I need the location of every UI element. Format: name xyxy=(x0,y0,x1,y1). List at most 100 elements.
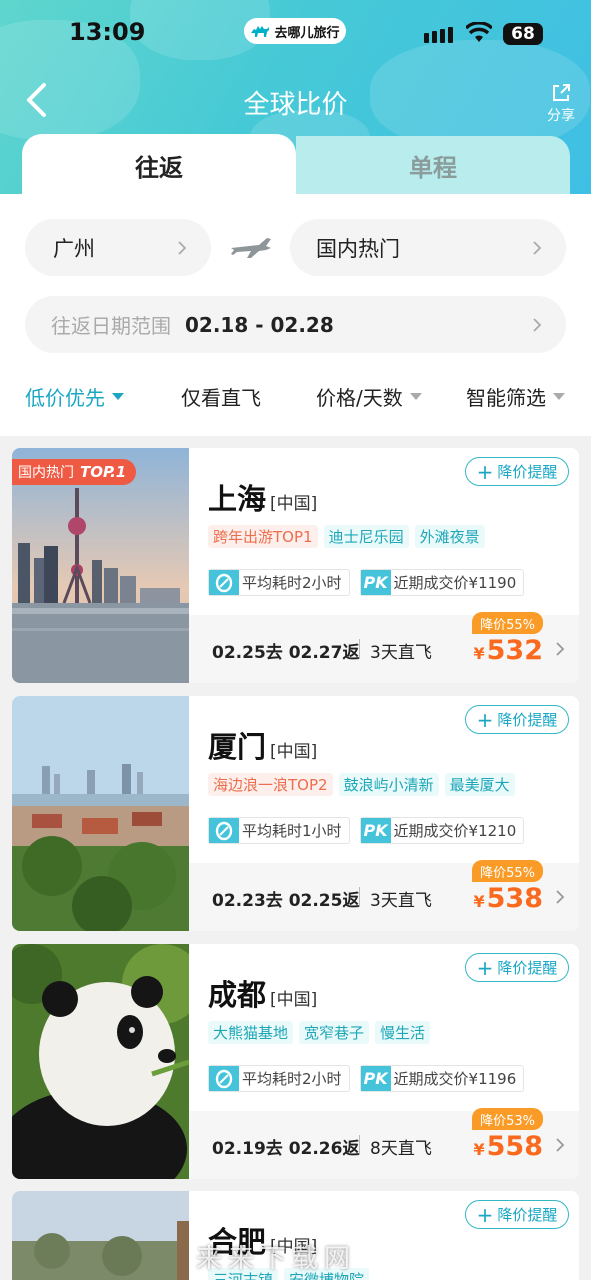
divider xyxy=(359,887,360,907)
price-value: 538 xyxy=(486,883,543,914)
travel-dates: 02.23去 02.25返 xyxy=(212,891,360,911)
chevron-right-icon xyxy=(556,1138,565,1152)
filter-label: 低价优先 xyxy=(25,386,105,410)
filter-bar: 低价优先 仅看直飞 价格/天数 智能筛选 xyxy=(0,382,591,416)
price: ¥538 xyxy=(473,883,543,914)
city-label: 厦门 xyxy=(208,730,267,764)
price-alert-button[interactable]: + 降价提醒 xyxy=(465,705,569,734)
tab-one-way[interactable]: 单程 xyxy=(296,136,570,194)
avg-time-text: 平均耗时2小时 xyxy=(242,574,342,592)
hot-rank: TOP.1 xyxy=(80,463,127,481)
avg-time-metric: 平均耗时2小时 xyxy=(208,1065,350,1092)
tag: 最美厦大 xyxy=(444,773,515,796)
tag: 跨年出游TOP1 xyxy=(208,525,318,548)
destination-selector[interactable]: 国内热门 xyxy=(290,219,566,276)
plus-icon: + xyxy=(476,707,494,732)
currency-symbol: ¥ xyxy=(473,892,485,911)
filter-smart[interactable]: 智能筛选 xyxy=(466,382,565,411)
city-label: 上海 xyxy=(208,482,267,516)
tag-list: 海边浪一浪TOP2 鼓浪屿小清新 最美厦大 xyxy=(208,773,515,796)
destination-photo-xiamen xyxy=(12,696,189,931)
filter-price-days[interactable]: 价格/天数 xyxy=(316,382,422,411)
tag: 大熊猫基地 xyxy=(208,1021,294,1044)
battery-indicator: 68 xyxy=(503,23,543,45)
price-alert-label: 降价提醒 xyxy=(497,1206,558,1224)
price-alert-button[interactable]: + 降价提醒 xyxy=(465,457,569,486)
tag: 宽窄巷子 xyxy=(299,1021,370,1044)
destination-card[interactable]: + 降价提醒 成都 [中国] 大熊猫基地 宽窄巷子 慢生活 平均耗时2小时 PK … xyxy=(12,944,579,1179)
watermark: 来来下载网 xyxy=(196,1244,357,1274)
price-alert-label: 降价提醒 xyxy=(497,711,558,729)
divider xyxy=(359,639,360,659)
airplane-icon xyxy=(231,238,271,258)
trip-duration: 3天直飞 xyxy=(370,891,432,911)
price-value: 558 xyxy=(486,1131,543,1162)
clock-icon xyxy=(209,1066,239,1091)
fare-row[interactable]: 02.25去 02.27返 3天直飞 降价55% ¥532 xyxy=(189,612,579,683)
recent-price-metric: PK 近期成交价¥1210 xyxy=(359,817,525,844)
plus-icon: + xyxy=(476,955,494,980)
destination-card[interactable]: + 降价提醒 厦门 [中国] 海边浪一浪TOP2 鼓浪屿小清新 最美厦大 平均耗时… xyxy=(12,696,579,931)
camel-icon xyxy=(251,26,270,37)
recent-price-text: 近期成交价¥1210 xyxy=(393,822,517,840)
hot-label: 国内热门 xyxy=(18,465,74,481)
date-range-value: 02.18 - 02.28 xyxy=(185,312,334,337)
fare-row[interactable]: 02.19去 02.26返 8天直飞 降价53% ¥558 xyxy=(189,1108,579,1179)
status-time: 13:09 xyxy=(69,18,146,46)
chevron-right-icon xyxy=(178,240,187,255)
travel-dates: 02.19去 02.26返 xyxy=(212,1139,360,1159)
departure-city-selector[interactable]: 广州 xyxy=(25,219,211,276)
destination-card[interactable]: 国内热门 TOP.1 + 降价提醒 上海 [中国] 跨年出游TOP1 迪士尼乐园 … xyxy=(12,448,579,683)
filter-label: 智能筛选 xyxy=(466,386,546,410)
country-label: [中国] xyxy=(270,494,318,514)
departure-city: 广州 xyxy=(53,236,95,261)
metrics-row: 平均耗时2小时 PK 近期成交价¥1190 xyxy=(208,569,525,596)
city-label: 成都 xyxy=(208,978,267,1012)
price: ¥532 xyxy=(473,635,543,666)
discount-badge: 降价55% xyxy=(472,612,543,634)
price-alert-label: 降价提醒 xyxy=(497,463,558,481)
filter-lowest-price[interactable]: 低价优先 xyxy=(25,382,124,411)
trip-duration: 8天直飞 xyxy=(370,1139,432,1159)
price-alert-button[interactable]: + 降价提醒 xyxy=(465,953,569,982)
tag: 海边浪一浪TOP2 xyxy=(208,773,333,796)
price: ¥558 xyxy=(473,1131,543,1162)
chevron-right-icon xyxy=(556,890,565,904)
avg-time-metric: 平均耗时1小时 xyxy=(208,817,350,844)
price-alert-button[interactable]: + 降价提醒 xyxy=(465,1200,569,1229)
status-bar: 13:09 去哪儿旅行 68 xyxy=(0,0,591,70)
currency-symbol: ¥ xyxy=(473,1140,485,1159)
metrics-row: 平均耗时2小时 PK 近期成交价¥1196 xyxy=(208,1065,525,1092)
pk-icon: PK xyxy=(360,1066,391,1091)
avg-time-metric: 平均耗时2小时 xyxy=(208,569,350,596)
tag-list: 大熊猫基地 宽窄巷子 慢生活 xyxy=(208,1021,431,1044)
date-range-label: 往返日期范围 xyxy=(51,314,171,338)
price-value: 532 xyxy=(486,635,543,666)
plus-icon: + xyxy=(476,459,494,484)
chevron-right-icon xyxy=(533,317,542,332)
metrics-row: 平均耗时1小时 PK 近期成交价¥1210 xyxy=(208,817,525,844)
destination-city: 国内热门 xyxy=(316,236,400,261)
share-button[interactable]: 分享 xyxy=(541,82,581,125)
search-panel: 广州 国内热门 往返日期范围 02.18 - 02.28 低价优先 仅看直飞 价… xyxy=(0,194,591,436)
tag: 外滩夜景 xyxy=(414,525,485,548)
city-name: 成都 [中国] xyxy=(208,972,317,1014)
avg-time-text: 平均耗时1小时 xyxy=(242,822,342,840)
filter-direct-only[interactable]: 仅看直飞 xyxy=(181,382,261,411)
currency-symbol: ¥ xyxy=(473,644,485,663)
signal-icon xyxy=(424,27,453,43)
date-range-selector[interactable]: 往返日期范围 02.18 - 02.28 xyxy=(25,296,566,353)
discount-badge: 降价53% xyxy=(472,1108,543,1130)
tab-round-trip[interactable]: 往返 xyxy=(22,134,296,196)
hot-rank-badge: 国内热门 TOP.1 xyxy=(12,459,137,485)
chevron-right-icon xyxy=(533,240,542,255)
dropdown-triangle-icon xyxy=(409,393,422,400)
price-alert-label: 降价提醒 xyxy=(497,959,558,977)
destination-photo-hefei xyxy=(12,1191,189,1280)
dropdown-triangle-icon xyxy=(112,393,124,400)
avg-time-text: 平均耗时2小时 xyxy=(242,1070,342,1088)
pk-icon: PK xyxy=(360,818,391,843)
tag: 慢生活 xyxy=(375,1021,431,1044)
fare-row[interactable]: 02.23去 02.25返 3天直飞 降价55% ¥538 xyxy=(189,860,579,931)
chevron-right-icon xyxy=(556,642,565,656)
